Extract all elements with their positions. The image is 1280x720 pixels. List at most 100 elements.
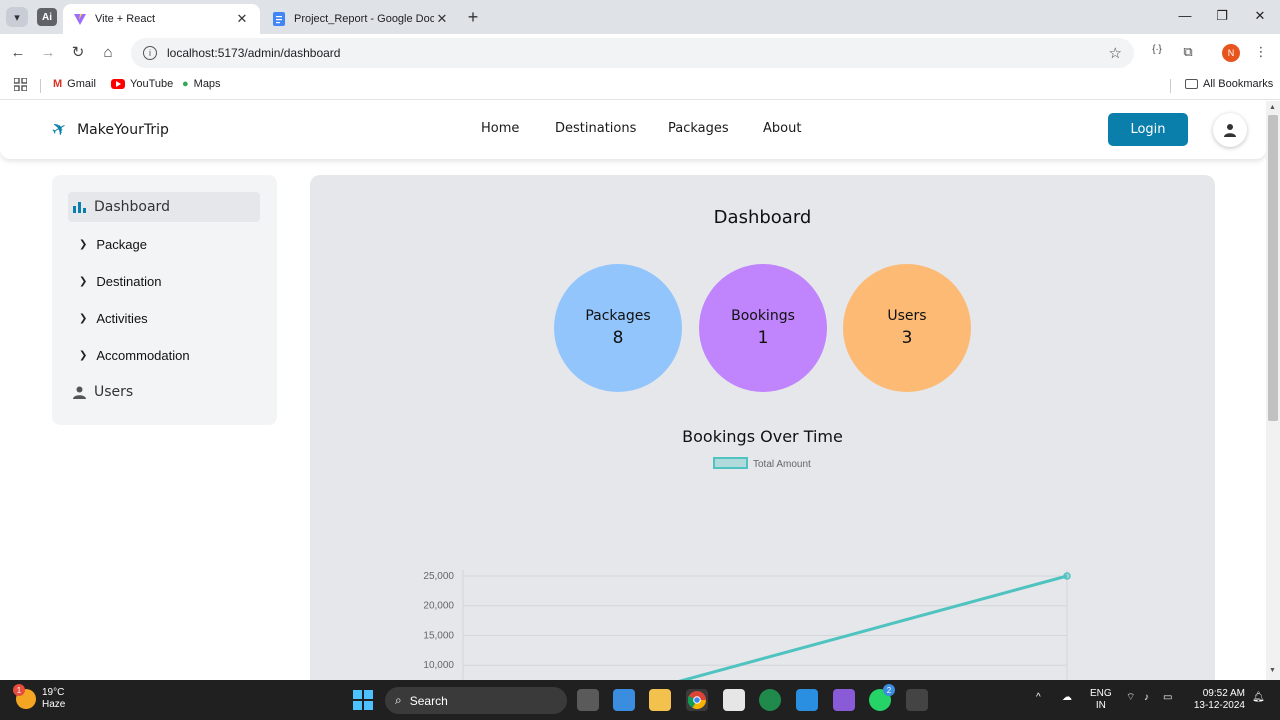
youtube-icon [111, 79, 125, 89]
search-label: Search [409, 693, 448, 708]
scroll-up-icon[interactable]: ▲ [1269, 104, 1276, 111]
language-indicator[interactable]: ENG IN [1090, 688, 1112, 712]
address-bar[interactable]: i localhost:5173/admin/dashboard ☆ [131, 38, 1134, 68]
weather-condition: Haze [42, 699, 66, 710]
whatsapp-badge: 2 [883, 684, 895, 696]
gmail-icon: M [53, 78, 63, 90]
y-tick-label: 10,000 [423, 660, 454, 671]
extension-code-icon[interactable]: {∙} [1147, 44, 1167, 55]
task-view-icon[interactable] [577, 689, 599, 711]
login-button[interactable]: Login [1108, 113, 1188, 146]
scrollbar-thumb[interactable] [1268, 115, 1278, 421]
app-viewport: ✈ MakeYourTrip Home Destinations Package… [0, 101, 1266, 680]
tab-search-button[interactable]: ▾ [6, 7, 28, 27]
user-icon [73, 386, 86, 399]
notifications-icon[interactable]: 🔔︎ [1252, 692, 1265, 704]
user-profile-button[interactable] [1213, 113, 1247, 147]
extensions-puzzle-icon[interactable]: ⧉ [1178, 44, 1198, 60]
stat-label: Bookings [731, 308, 795, 324]
minimize-icon[interactable]: — [1175, 8, 1195, 23]
sidebar-item-accommodation[interactable]: ❯ Accommodation [79, 348, 190, 363]
app-green-icon[interactable] [759, 689, 781, 711]
windows-start-icon[interactable] [352, 689, 374, 711]
profile-avatar[interactable]: N [1222, 44, 1240, 62]
notepad-icon[interactable] [613, 689, 635, 711]
nav-destinations[interactable]: Destinations [555, 121, 636, 136]
airplane-icon: ✈ [47, 116, 72, 143]
nav-packages[interactable]: Packages [668, 121, 729, 136]
close-window-icon[interactable]: ✕ [1250, 8, 1270, 24]
back-icon[interactable]: ← [8, 43, 28, 63]
apps-grid-icon[interactable] [14, 78, 27, 91]
sidebar-item-label: Users [94, 384, 134, 400]
all-bookmarks-button[interactable]: All Bookmarks [1185, 78, 1273, 90]
bookmark-label: Gmail [67, 78, 96, 90]
page-scrollbar[interactable]: ▲ ▼ [1266, 101, 1280, 680]
site-header: ✈ MakeYourTrip Home Destinations Package… [0, 101, 1266, 159]
region-code: IN [1095, 700, 1106, 711]
windows-taskbar: 1 19°C Haze ⌕ Search 2 ^ ☁ ENG IN ⌔ ♪ ▭ … [0, 680, 1280, 720]
bookmark-label: YouTube [130, 78, 174, 90]
whatsapp-icon[interactable]: 2 [869, 684, 895, 711]
chrome-taskbar-icon[interactable] [686, 689, 708, 711]
onedrive-icon[interactable]: ☁ [1062, 692, 1072, 704]
tab-vite-react[interactable]: Vite + React ✕ [63, 4, 260, 34]
nav-about[interactable]: About [763, 121, 801, 136]
weather-widget[interactable]: 1 19°C Haze [13, 684, 66, 711]
legend-label: Total Amount [753, 459, 811, 470]
store-icon[interactable] [723, 689, 745, 711]
chrome-menu-icon[interactable]: ⋮ [1251, 44, 1271, 60]
home-icon[interactable]: ⌂ [98, 43, 118, 63]
sidebar-item-destination[interactable]: ❯ Destination [79, 274, 161, 289]
maps-pin-icon: ● [182, 78, 189, 90]
forward-icon[interactable]: → [38, 43, 58, 63]
temperature: 19°C [42, 687, 65, 698]
taskbar-search[interactable]: ⌕ Search [385, 687, 567, 714]
stat-card-users: Users 3 [843, 264, 971, 392]
wifi-icon[interactable]: ⌔ [1126, 692, 1135, 704]
maximize-icon[interactable]: ❐ [1212, 8, 1232, 24]
new-tab-icon[interactable]: + [463, 7, 483, 28]
stat-value: 1 [757, 328, 769, 348]
tab-google-docs[interactable]: Project_Report - Google Docs ✕ [262, 4, 460, 34]
search-icon: ⌕ [395, 693, 402, 707]
tab-title: Vite + React [95, 13, 156, 25]
close-tab-icon[interactable]: ✕ [434, 11, 450, 27]
all-bookmarks-label: All Bookmarks [1203, 78, 1274, 90]
battery-icon[interactable]: ▭ [1163, 692, 1172, 704]
visual-studio-icon[interactable] [833, 689, 855, 711]
stat-label: Users [887, 308, 927, 324]
bookmark-youtube[interactable]: YouTube [111, 78, 173, 90]
reload-icon[interactable]: ↻ [68, 43, 88, 63]
tray-overflow-icon[interactable]: ^ [1036, 692, 1041, 704]
sidebar-item-label: Dashboard [94, 199, 170, 215]
sidebar-item-dashboard[interactable]: Dashboard [68, 192, 260, 222]
vscode-icon[interactable] [796, 689, 818, 711]
nav-home[interactable]: Home [481, 121, 519, 136]
time: 09:52 AM [1202, 688, 1245, 699]
volume-icon[interactable]: ♪ [1144, 692, 1149, 704]
bookmark-gmail[interactable]: M Gmail [53, 78, 96, 90]
sidebar-item-users[interactable]: Users [73, 384, 133, 400]
scroll-down-icon[interactable]: ▼ [1269, 667, 1276, 674]
sidebar-item-package[interactable]: ❯ Package [79, 237, 147, 252]
google-docs-icon [272, 12, 286, 26]
bookmark-maps[interactable]: ● Maps [182, 78, 221, 90]
bookmark-star-icon[interactable]: ☆ [1109, 44, 1122, 62]
ai-extension-icon[interactable]: Ai [37, 8, 57, 26]
url-text: localhost:5173/admin/dashboard [167, 46, 341, 60]
site-info-icon[interactable]: i [143, 46, 157, 60]
clock[interactable]: 09:52 AM 13-12-2024 [1190, 688, 1245, 712]
stat-value: 8 [612, 328, 624, 348]
chart-title: Bookings Over Time [682, 427, 843, 446]
file-explorer-icon[interactable] [649, 689, 671, 711]
bookmark-label: Maps [193, 78, 221, 90]
y-tick-label: 20,000 [423, 601, 454, 612]
series-line-total-amount [678, 574, 1068, 680]
terminal-icon[interactable] [906, 689, 928, 711]
brand-name: MakeYourTrip [77, 121, 169, 138]
brand-logo[interactable]: ✈ MakeYourTrip [48, 117, 169, 143]
sidebar-item-label: Activities [96, 311, 148, 326]
sidebar-item-activities[interactable]: ❯ Activities [79, 311, 148, 326]
close-tab-icon[interactable]: ✕ [234, 11, 250, 27]
